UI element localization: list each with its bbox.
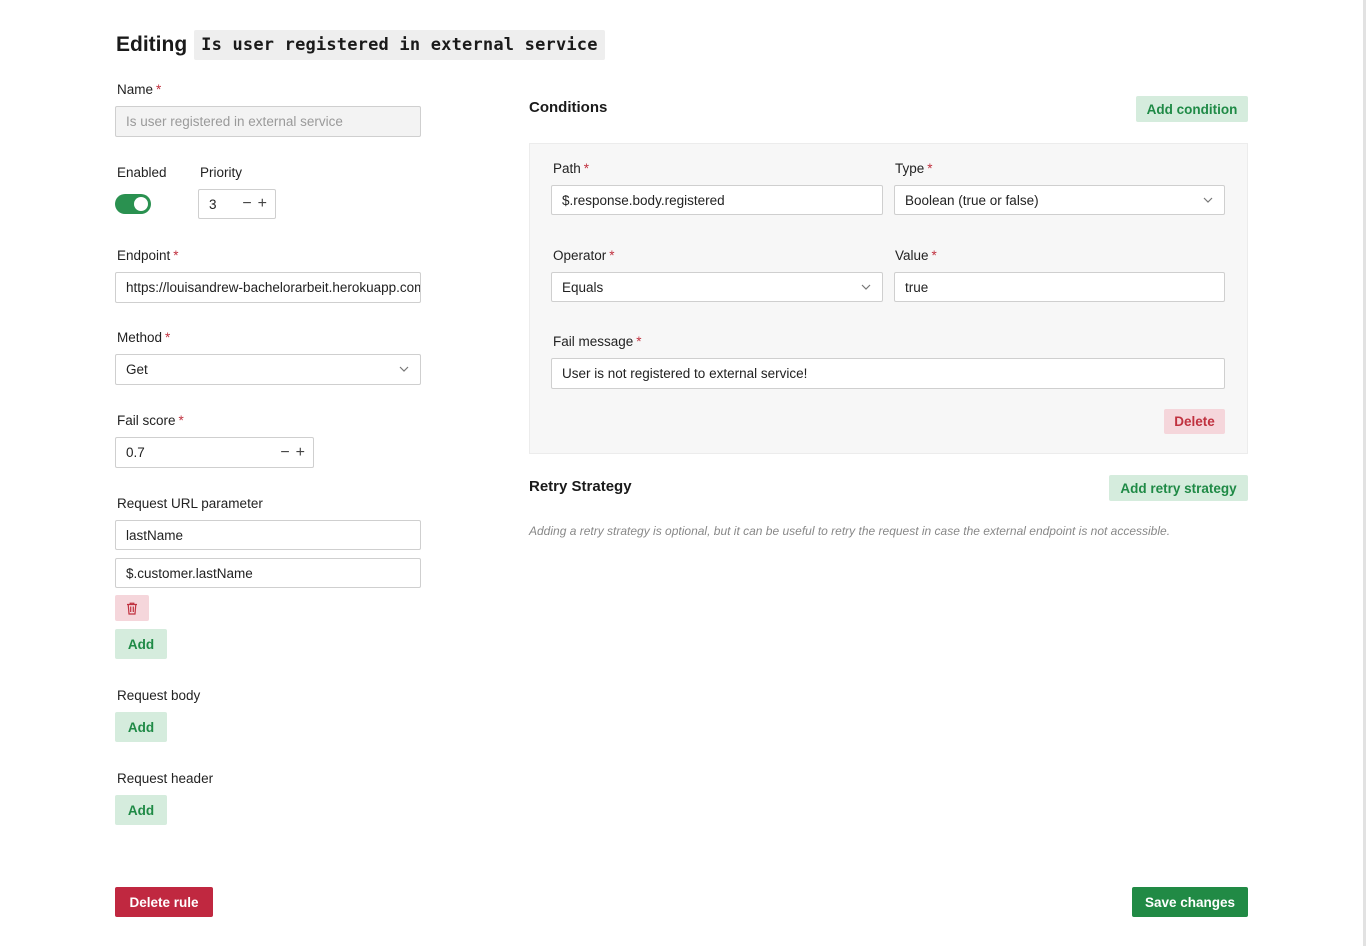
retry-strategy-hint: Adding a retry strategy is optional, but…: [529, 524, 1171, 538]
condition-value-input[interactable]: true: [894, 272, 1225, 302]
condition-value-label: Value *: [895, 248, 937, 263]
priority-value: 3: [209, 196, 217, 212]
condition-path-label: Path *: [553, 161, 590, 176]
name-label: Name *: [117, 82, 162, 97]
priority-increment-button[interactable]: +: [258, 196, 267, 212]
fail-score-stepper[interactable]: 0.7 − +: [115, 437, 314, 468]
name-input-placeholder: Is user registered in external service: [126, 114, 343, 129]
conditions-title: Conditions: [529, 99, 608, 116]
add-retry-strategy-button[interactable]: Add retry strategy: [1109, 475, 1248, 501]
fail-score-label: Fail score *: [117, 413, 184, 428]
endpoint-value: https://louisandrew-bachelorarbeit.herok…: [126, 280, 421, 295]
condition-operator-label: Operator *: [553, 248, 615, 263]
enabled-toggle[interactable]: [115, 194, 151, 214]
condition-fail-message-value: User is not registered to external servi…: [562, 366, 808, 381]
url-param-add-button[interactable]: Add: [115, 629, 167, 659]
request-header-label: Request header: [117, 771, 214, 786]
condition-fail-message-label: Fail message *: [553, 334, 642, 349]
priority-decrement-button[interactable]: −: [242, 196, 251, 212]
page-title: Editing Is user registered in external s…: [116, 30, 605, 60]
save-changes-button[interactable]: Save changes: [1132, 887, 1248, 917]
page-title-prefix: Editing: [116, 33, 188, 56]
fail-score-decrement-button[interactable]: −: [280, 444, 289, 461]
chevron-down-icon: [1203, 197, 1213, 203]
request-body-add-button[interactable]: Add: [115, 712, 167, 742]
trash-icon: [127, 602, 137, 615]
method-value: Get: [126, 362, 148, 377]
method-label: Method *: [117, 330, 171, 345]
chevron-down-icon: [399, 366, 409, 372]
endpoint-label: Endpoint *: [117, 248, 179, 263]
request-body-label: Request body: [117, 688, 201, 703]
rule-name-code: Is user registered in external service: [194, 30, 605, 60]
condition-path-value: $.response.body.registered: [562, 192, 725, 208]
fail-score-increment-button[interactable]: +: [296, 444, 305, 461]
condition-operator-value: Equals: [562, 279, 604, 295]
condition-fail-message-input[interactable]: User is not registered to external servi…: [551, 358, 1225, 389]
url-param-value-value: $.customer.lastName: [126, 565, 253, 581]
condition-path-input[interactable]: $.response.body.registered: [551, 185, 883, 215]
name-input[interactable]: Is user registered in external service: [115, 106, 421, 137]
url-param-delete-button[interactable]: [115, 595, 149, 621]
url-param-label: Request URL parameter: [117, 496, 263, 511]
condition-value-value: true: [905, 279, 929, 295]
url-param-key-input[interactable]: lastName: [115, 520, 421, 550]
delete-rule-button[interactable]: Delete rule: [115, 887, 213, 917]
retry-strategy-title: Retry Strategy: [529, 478, 632, 495]
chevron-down-icon: [861, 284, 871, 290]
condition-type-label: Type *: [895, 161, 933, 176]
request-header-add-button[interactable]: Add: [115, 795, 167, 825]
condition-type-value: Boolean (true or false): [905, 192, 1039, 208]
condition-operator-select[interactable]: Equals: [551, 272, 883, 302]
toggle-knob: [134, 197, 148, 211]
url-param-value-input[interactable]: $.customer.lastName: [115, 558, 421, 588]
add-condition-button[interactable]: Add condition: [1136, 96, 1248, 122]
enabled-label: Enabled: [117, 165, 167, 180]
priority-label: Priority: [200, 165, 243, 180]
url-param-key-value: lastName: [126, 527, 184, 543]
endpoint-input[interactable]: https://louisandrew-bachelorarbeit.herok…: [115, 272, 421, 303]
condition-delete-button[interactable]: Delete: [1164, 409, 1225, 434]
fail-score-value: 0.7: [126, 445, 145, 460]
method-select[interactable]: Get: [115, 354, 421, 385]
condition-type-select[interactable]: Boolean (true or false): [894, 185, 1225, 215]
priority-stepper[interactable]: 3 − +: [198, 189, 276, 219]
